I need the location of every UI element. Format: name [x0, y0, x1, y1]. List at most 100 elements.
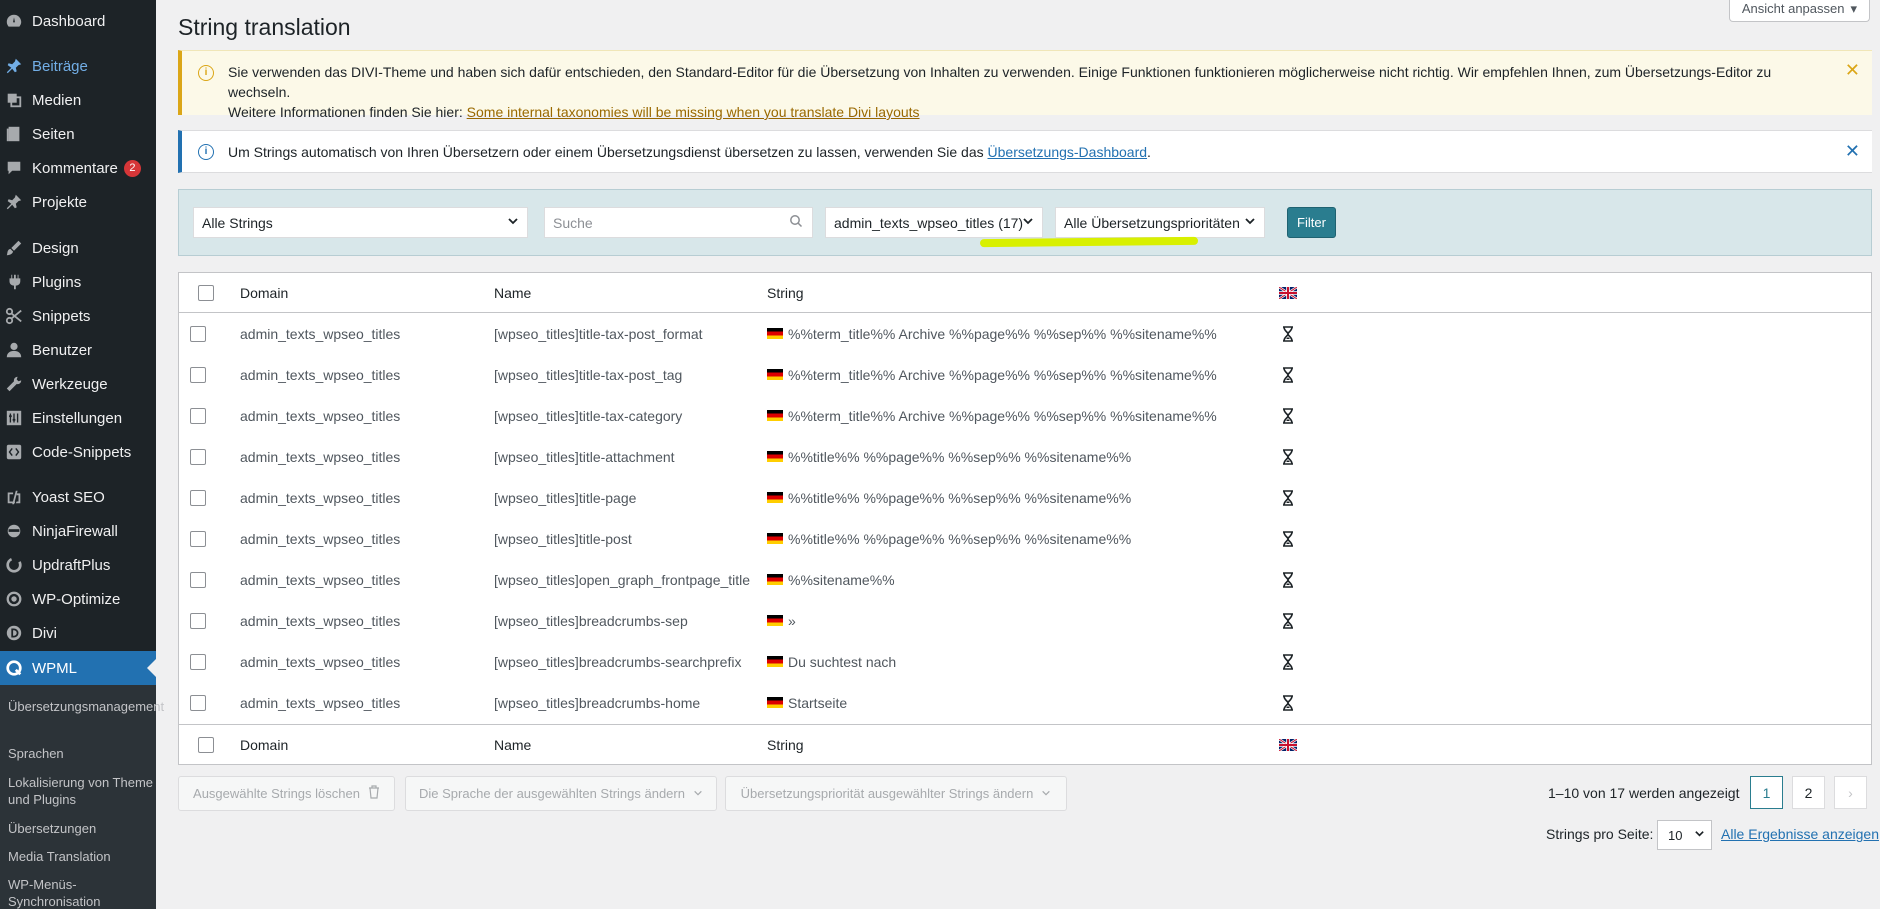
row-checkbox[interactable] [190, 366, 206, 383]
show-all-results-link[interactable]: Alle Ergebnisse anzeigen [1721, 826, 1879, 842]
row-string[interactable]: %%title%% %%page%% %%sep%% %%sitename%% [788, 449, 1131, 465]
de-flag-icon [767, 574, 783, 585]
de-flag-icon [767, 328, 783, 339]
sidebar-item-plugins[interactable]: Plugins [0, 266, 156, 298]
submenu-item-media-translation[interactable]: Media Translation [8, 848, 153, 865]
main-content: String translation Ansicht anpassen ▾ i … [156, 0, 1880, 909]
sidebar-item-ninjafirewall[interactable]: NinjaFirewall [0, 515, 156, 547]
row-domain: admin_texts_wpseo_titles [240, 612, 401, 629]
row-string[interactable]: %%term_title%% Archive %%page%% %%sep%% … [788, 408, 1217, 424]
close-icon[interactable]: ✕ [1845, 141, 1860, 161]
filter-button[interactable]: Filter [1287, 207, 1336, 238]
status-filter-select[interactable]: Alle Strings [193, 207, 528, 238]
row-string[interactable]: Du suchtest nach [788, 654, 896, 670]
submenu-item-sprachen[interactable]: Sprachen [8, 745, 153, 762]
row-domain: admin_texts_wpseo_titles [240, 448, 401, 465]
hourglass-icon[interactable] [1281, 448, 1295, 465]
comment-icon [4, 158, 24, 178]
hourglass-icon[interactable] [1281, 407, 1295, 424]
sidebar-item-updraftplus[interactable]: UpdraftPlus [0, 549, 156, 581]
row-string[interactable]: %%sitename%% [788, 572, 895, 588]
divi-layouts-link[interactable]: Some internal taxonomies will be missing… [467, 104, 920, 120]
sidebar-item-snippets[interactable]: Snippets [0, 300, 156, 332]
sidebar-item-wpml[interactable]: WPML [0, 651, 156, 685]
per-page-select[interactable]: 10 [1657, 820, 1712, 850]
delete-selected-button[interactable]: Ausgewählte Strings löschen [178, 776, 395, 811]
page-button-1[interactable]: 1 [1750, 776, 1783, 809]
row-string[interactable]: Startseite [788, 695, 847, 711]
sidebar-item-benutzer[interactable]: Benutzer [0, 334, 156, 366]
chevron-down-icon [1694, 828, 1705, 842]
change-language-button[interactable]: Die Sprache der ausgewählten Strings änd… [405, 776, 717, 811]
priority-filter-select[interactable]: Alle Übersetzungsprioritäten [1055, 207, 1265, 238]
footer-header-name[interactable]: Name [494, 725, 531, 764]
warning-more-text: Weitere Informationen finden Sie hier: [228, 104, 467, 120]
sidebar-item-divi[interactable]: Divi [0, 617, 156, 649]
table-row: admin_texts_wpseo_titles [wpseo_titles]ti… [179, 518, 1871, 559]
sidebar-item-einstellungen[interactable]: Einstellungen [0, 402, 156, 434]
row-checkbox[interactable] [190, 325, 206, 342]
uk-flag-icon [1279, 738, 1297, 751]
sidebar-item-beitraege[interactable]: Beiträge [0, 50, 156, 82]
hourglass-icon[interactable] [1281, 530, 1295, 547]
page-button-2[interactable]: 2 [1792, 776, 1825, 809]
sidebar-item-kommentare[interactable]: Kommentare 2 [0, 152, 156, 184]
sidebar-item-medien[interactable]: Medien [0, 84, 156, 116]
hourglass-icon[interactable] [1281, 366, 1295, 383]
row-checkbox[interactable] [190, 694, 206, 711]
hourglass-icon[interactable] [1281, 489, 1295, 506]
warning-text: Sie verwenden das DIVI-Theme und haben s… [228, 64, 1772, 100]
hourglass-icon[interactable] [1281, 325, 1295, 342]
translation-dashboard-link[interactable]: Übersetzungs-Dashboard [988, 144, 1148, 160]
row-checkbox[interactable] [190, 530, 206, 547]
table-row: admin_texts_wpseo_titles [wpseo_titles]ti… [179, 354, 1871, 395]
footer-header-domain[interactable]: Domain [240, 725, 288, 764]
row-string[interactable]: %%title%% %%page%% %%sep%% %%sitename%% [788, 531, 1131, 547]
sidebar-item-code-snippets[interactable]: Code-Snippets [0, 436, 156, 468]
row-checkbox[interactable] [190, 571, 206, 588]
row-checkbox[interactable] [190, 612, 206, 629]
domain-filter-select[interactable]: admin_texts_wpseo_titles (17) [825, 207, 1043, 238]
sidebar-item-design[interactable]: Design [0, 232, 156, 264]
column-header-string[interactable]: String [767, 273, 804, 312]
sidebar-item-dashboard[interactable]: Dashboard [0, 5, 156, 37]
search-input[interactable] [544, 207, 813, 238]
close-icon[interactable]: ✕ [1845, 60, 1860, 80]
sidebar-item-werkzeuge[interactable]: Werkzeuge [0, 368, 156, 400]
hourglass-icon[interactable] [1281, 571, 1295, 588]
row-string[interactable]: %%term_title%% Archive %%page%% %%sep%% … [788, 326, 1217, 342]
sidebar-item-projekte[interactable]: Projekte [0, 186, 156, 218]
row-checkbox[interactable] [190, 407, 206, 424]
next-page-button[interactable]: › [1834, 776, 1867, 809]
row-domain: admin_texts_wpseo_titles [240, 325, 401, 342]
row-string[interactable]: » [788, 613, 796, 629]
screen-options-button[interactable]: Ansicht anpassen ▾ [1728, 0, 1870, 22]
column-header-name[interactable]: Name [494, 273, 531, 312]
row-string[interactable]: %%term_title%% Archive %%page%% %%sep%% … [788, 367, 1217, 383]
table-row: admin_texts_wpseo_titles [wpseo_titles]ti… [179, 395, 1871, 436]
sidebar-item-seiten[interactable]: Seiten [0, 118, 156, 150]
hourglass-icon[interactable] [1281, 694, 1295, 711]
de-flag-icon [767, 533, 783, 544]
hourglass-icon[interactable] [1281, 612, 1295, 629]
row-string[interactable]: %%title%% %%page%% %%sep%% %%sitename%% [788, 490, 1131, 506]
submenu-item-uebersetzungen[interactable]: Übersetzungen [8, 820, 153, 837]
column-header-domain[interactable]: Domain [240, 273, 288, 312]
page-title: String translation [178, 14, 351, 40]
wrench-icon [4, 374, 24, 394]
change-priority-button[interactable]: Übersetzungspriorität ausgewählter Strin… [725, 776, 1067, 811]
select-all-checkbox[interactable] [198, 284, 214, 301]
footer-header-string[interactable]: String [767, 725, 804, 764]
row-checkbox[interactable] [190, 653, 206, 670]
submenu-item-wp-menues[interactable]: WP-Menüs-Synchronisation [8, 876, 153, 909]
table-row: admin_texts_wpseo_titles [wpseo_titles]br… [179, 641, 1871, 682]
select-all-checkbox-footer[interactable] [198, 736, 214, 753]
row-checkbox[interactable] [190, 489, 206, 506]
sidebar-item-yoast-seo[interactable]: Yoast SEO [0, 481, 156, 513]
row-checkbox[interactable] [190, 448, 206, 465]
search-icon [789, 214, 805, 230]
submenu-item-lokalisierung[interactable]: Lokalisierung von Theme und Plugins [8, 774, 153, 808]
sidebar-item-wp-optimize[interactable]: WP-Optimize [0, 583, 156, 615]
submenu-item-uebersetzungsmanagement[interactable]: Übersetzungsmanagement [8, 698, 164, 715]
hourglass-icon[interactable] [1281, 653, 1295, 670]
